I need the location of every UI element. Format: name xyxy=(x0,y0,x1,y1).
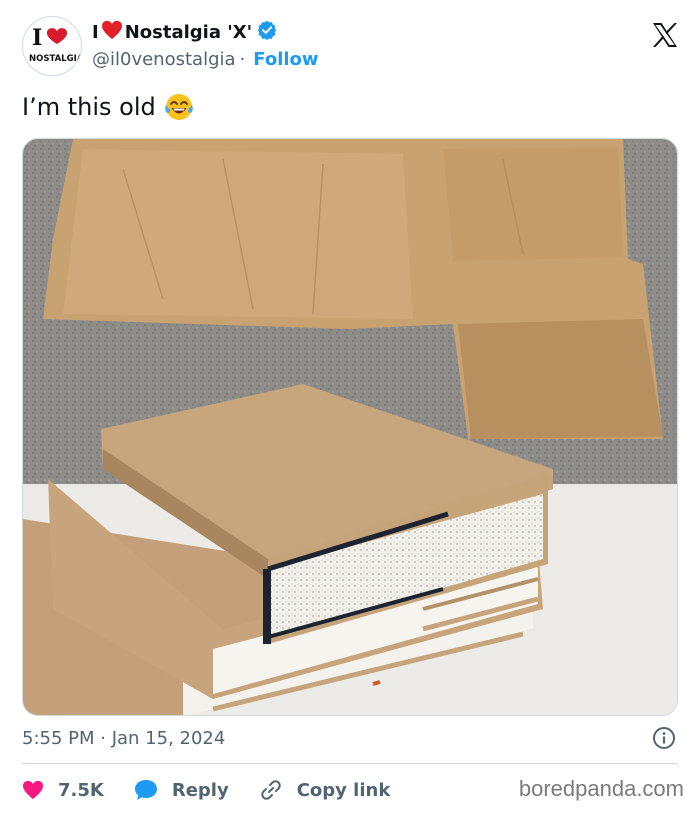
like-count: 7.5K xyxy=(58,779,104,801)
like-button[interactable]: 7.5K xyxy=(22,780,104,801)
reply-bubble-icon xyxy=(134,780,157,800)
reply-label: Reply xyxy=(171,779,229,801)
reply-button[interactable]: Reply xyxy=(134,779,229,801)
avatar[interactable]: I NOSTALGIA xyxy=(22,16,82,76)
verified-badge-icon xyxy=(257,20,277,45)
info-icon[interactable] xyxy=(652,726,676,750)
author-handle[interactable]: @il0venostalgia xyxy=(92,49,236,70)
display-name-suffix: Nostalgia 'X' xyxy=(124,21,253,43)
timestamp[interactable]: 5:55 PM · Jan 15, 2024 xyxy=(22,728,225,749)
laughing-tears-emoji-icon xyxy=(164,92,194,122)
divider xyxy=(22,763,678,764)
action-bar: 7.5K Reply Copy link xyxy=(22,774,420,806)
avatar-letter: I xyxy=(32,25,42,51)
tweet-header: I NOSTALGIA I Nostalgia 'X' @il0venostal… xyxy=(22,14,682,78)
tweet-meta: 5:55 PM · Jan 15, 2024 xyxy=(22,724,678,752)
handle-row: @il0venostalgia · Follow xyxy=(92,46,319,72)
follow-button[interactable]: Follow xyxy=(253,49,318,70)
display-name[interactable]: I Nostalgia 'X' xyxy=(92,18,319,46)
copy-link-button[interactable]: Copy link xyxy=(259,778,391,802)
x-logo-icon[interactable] xyxy=(650,20,680,50)
display-name-prefix: I xyxy=(92,21,99,43)
heart-filled-icon xyxy=(23,780,43,800)
watermark: boredpanda.com xyxy=(518,776,684,801)
tweet-body: I’m this old xyxy=(22,93,156,121)
link-icon xyxy=(260,780,281,800)
tweet-photo[interactable] xyxy=(22,138,678,716)
tweet-text: I’m this old xyxy=(22,92,194,122)
avatar-wordmark: NOSTALGIA xyxy=(29,54,82,64)
heart-icon xyxy=(101,20,123,45)
separator-dot: · xyxy=(239,48,246,70)
author-names: I Nostalgia 'X' @il0venostalgia · Follow xyxy=(92,18,319,72)
copy-link-label: Copy link xyxy=(296,779,391,801)
